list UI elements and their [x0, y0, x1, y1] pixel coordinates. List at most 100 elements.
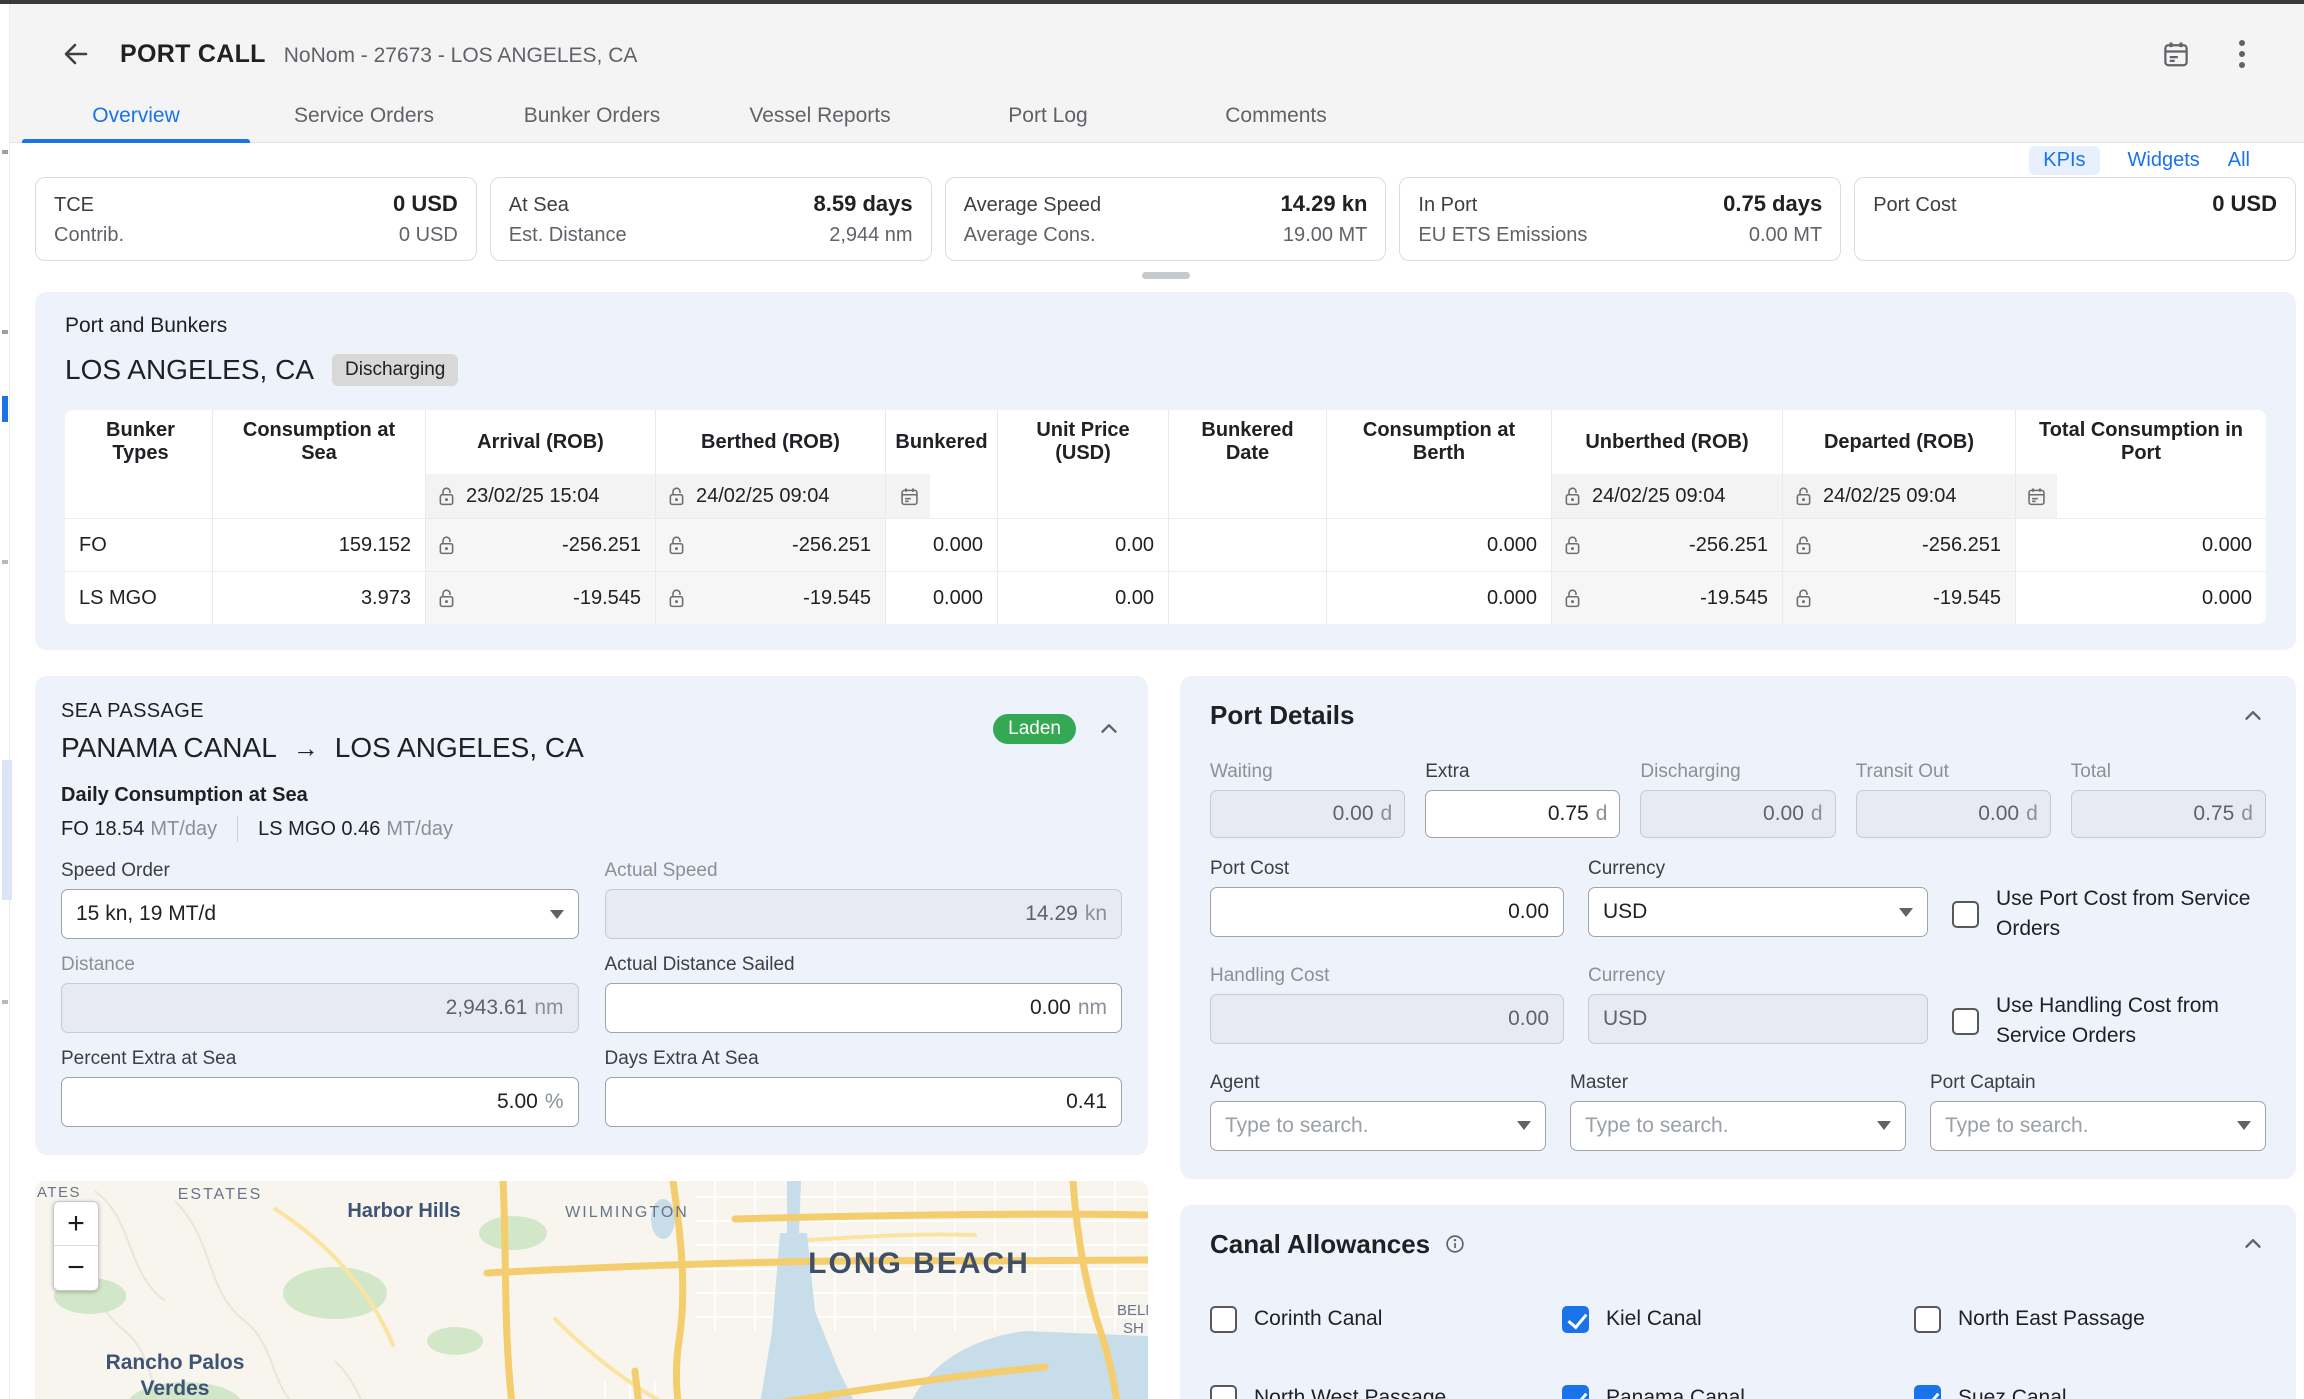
checkbox[interactable]	[1914, 1385, 1941, 1399]
bunker-type: FO	[65, 518, 212, 571]
port-captain-search-select[interactable]: Type to search.	[1930, 1101, 2266, 1151]
currency-field: Currency USD	[1588, 858, 1928, 937]
canal-checkbox-north-east-passage[interactable]: North East Passage	[1914, 1306, 2266, 1333]
bunker-table-header: Bunker Types Consumption at Sea Arrival …	[65, 410, 2266, 474]
total-consumption-cell: 0.000	[2015, 571, 2266, 624]
checkbox[interactable]	[1562, 1385, 1589, 1399]
arrival-rob-cell[interactable]: -19.545	[425, 571, 655, 624]
bunker-table-dates-row: 23/02/25 15:04 24/02/25 09:04 24/02/25 0…	[65, 474, 2266, 518]
kpi-resize-handle[interactable]	[1142, 272, 1190, 279]
port-map[interactable]: ATES ESTATES Harbor Hills WILMINGTON LON…	[35, 1181, 1148, 1399]
consumption-at-sea-cell[interactable]: 3.973	[212, 571, 425, 624]
departed-rob-cell[interactable]: -19.545	[1782, 571, 2015, 624]
page-header: PORT CALL NoNom - 27673 - LOS ANGELES, C…	[10, 0, 2304, 143]
lock-icon[interactable]	[1562, 588, 1583, 609]
kpi-filter-kpis[interactable]: KPIs	[2029, 146, 2099, 175]
canal-checkbox-corinth[interactable]: Corinth Canal	[1210, 1306, 1562, 1333]
berthed-rob-cell[interactable]: -256.251	[655, 518, 885, 571]
checkbox[interactable]	[1562, 1306, 1589, 1333]
back-button[interactable]	[56, 34, 96, 74]
lock-icon[interactable]	[666, 588, 687, 609]
lock-icon[interactable]	[1793, 486, 1814, 507]
tab-port-log[interactable]: Port Log	[934, 90, 1162, 142]
bunkered-cell[interactable]: 0.000	[885, 571, 997, 624]
status-badge-discharging: Discharging	[332, 354, 458, 386]
collapse-chevron-icon[interactable]	[2240, 1231, 2266, 1257]
lock-icon[interactable]	[666, 535, 687, 556]
chevron-down-icon	[2237, 1121, 2251, 1130]
unberthed-rob-cell[interactable]: -19.545	[1551, 571, 1782, 624]
days-extra-at-sea-input[interactable]: 0.41	[605, 1077, 1123, 1127]
collapse-chevron-icon[interactable]	[2240, 703, 2266, 729]
actual-distance-sailed-input[interactable]: 0.00 nm	[605, 983, 1123, 1033]
unit-price-cell[interactable]: 0.00	[997, 571, 1168, 624]
checkbox[interactable]	[1914, 1306, 1941, 1333]
lock-icon[interactable]	[436, 535, 457, 556]
tab-overview[interactable]: Overview	[22, 90, 250, 142]
kpi-filter-all[interactable]: All	[2228, 149, 2250, 172]
tab-vessel-reports[interactable]: Vessel Reports	[706, 90, 934, 142]
bunkered-date-cell[interactable]	[1168, 571, 1326, 624]
map-zoom-out-button[interactable]: −	[54, 1246, 98, 1290]
lock-icon[interactable]	[436, 588, 457, 609]
unberthed-rob-cell[interactable]: -256.251	[1551, 518, 1782, 571]
use-handling-cost-checkbox-row[interactable]: Use Handling Cost from Service Orders	[1952, 965, 2266, 1052]
consumption-at-sea-cell[interactable]: 159.152	[212, 518, 425, 571]
canal-checkbox-suez[interactable]: Suez Canal	[1914, 1385, 2266, 1399]
waiting-input: 0.00d	[1210, 790, 1405, 838]
checkbox[interactable]	[1210, 1306, 1237, 1333]
port-cost-input[interactable]: 0.00	[1210, 887, 1564, 937]
lock-icon[interactable]	[666, 486, 687, 507]
agent-search-select[interactable]: Type to search.	[1210, 1101, 1546, 1151]
checkbox[interactable]	[1952, 901, 1979, 928]
bunkered-cell[interactable]: 0.000	[885, 518, 997, 571]
tab-comments[interactable]: Comments	[1162, 90, 1390, 142]
lock-icon[interactable]	[1793, 535, 1814, 556]
percent-extra-at-sea-input[interactable]: 5.00 %	[61, 1077, 579, 1127]
arrow-left-icon	[60, 38, 92, 70]
bunkered-date-cell[interactable]	[1168, 518, 1326, 571]
consumption-at-berth-cell[interactable]: 0.000	[1326, 571, 1551, 624]
tab-service-orders[interactable]: Service Orders	[250, 90, 478, 142]
collapse-chevron-icon[interactable]	[1096, 716, 1122, 742]
extra-input[interactable]: 0.75d	[1425, 790, 1620, 838]
calendar-icon	[2161, 39, 2191, 69]
extra-field: Extra 0.75d	[1425, 761, 1620, 838]
chevron-down-icon	[1877, 1121, 1891, 1130]
canal-checkbox-kiel[interactable]: Kiel Canal	[1562, 1306, 1914, 1333]
unit-price-cell[interactable]: 0.00	[997, 518, 1168, 571]
checkbox[interactable]	[1210, 1385, 1237, 1399]
tab-bunker-orders[interactable]: Bunker Orders	[478, 90, 706, 142]
map-zoom-in-button[interactable]: +	[54, 1202, 98, 1246]
more-options-button[interactable]	[2220, 32, 2264, 76]
consumption-at-berth-cell[interactable]: 0.000	[1326, 518, 1551, 571]
info-icon[interactable]	[1444, 1233, 1466, 1255]
speed-order-field: Speed Order 15 kn, 19 MT/d	[61, 860, 579, 939]
currency-handling-input: USD	[1588, 994, 1928, 1044]
master-search-select[interactable]: Type to search.	[1570, 1101, 1906, 1151]
days-extra-at-sea-field: Days Extra At Sea 0.41	[605, 1048, 1123, 1127]
transit-out-input: 0.00d	[1856, 790, 2051, 838]
canal-checkbox-panama[interactable]: Panama Canal	[1562, 1385, 1914, 1399]
kpi-filter-widgets[interactable]: Widgets	[2128, 149, 2200, 172]
checkbox[interactable]	[1952, 1008, 1979, 1035]
use-port-cost-checkbox-row[interactable]: Use Port Cost from Service Orders	[1952, 858, 2266, 945]
canal-allowances-panel: Canal Allowances Corinth Canal Kiel Cana	[1180, 1205, 2296, 1399]
lock-icon[interactable]	[1562, 535, 1583, 556]
berthed-rob-cell[interactable]: -19.545	[655, 571, 885, 624]
arrival-rob-cell[interactable]: -256.251	[425, 518, 655, 571]
lock-icon[interactable]	[436, 486, 457, 507]
currency-select[interactable]: USD	[1588, 887, 1928, 937]
bunker-row-fo: FO 159.152 -256.251 -256.251 0.000 0.00 …	[65, 518, 2266, 571]
chevron-down-icon	[1517, 1121, 1531, 1130]
daily-consumption-label: Daily Consumption at Sea	[61, 784, 1122, 807]
currency-handling-field: Currency USD	[1588, 965, 1928, 1044]
section-title-canal-allowances: Canal Allowances	[1210, 1229, 1430, 1260]
sea-passage-panel: SEA PASSAGE PANAMA CANAL → LOS ANGELES, …	[35, 676, 1148, 1155]
lock-icon[interactable]	[1562, 486, 1583, 507]
calendar-button[interactable]	[2154, 32, 2198, 76]
canal-checkbox-north-west-passage[interactable]: North West Passage	[1210, 1385, 1562, 1399]
lock-icon[interactable]	[1793, 588, 1814, 609]
departed-rob-cell[interactable]: -256.251	[1782, 518, 2015, 571]
speed-order-select[interactable]: 15 kn, 19 MT/d	[61, 889, 579, 939]
